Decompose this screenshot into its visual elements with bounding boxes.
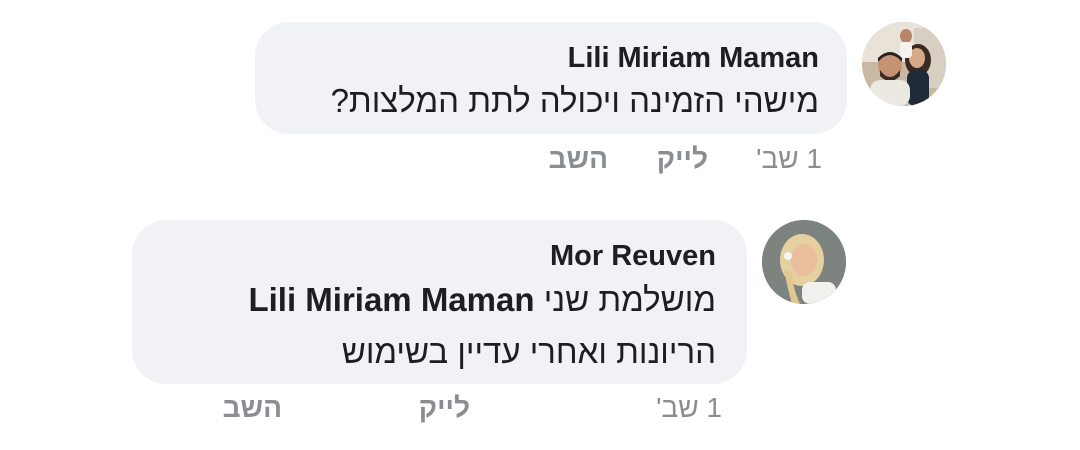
avatar[interactable]: [762, 220, 846, 304]
comment-author[interactable]: Lili Miriam Maman: [568, 42, 819, 75]
comment-text: מישהי הזמינה ויכולה לתת המלצות?: [330, 82, 819, 119]
mention-link[interactable]: Lili Miriam Maman: [248, 281, 534, 318]
profile-photo-woman: [762, 220, 846, 304]
comment-time[interactable]: 1 שב': [756, 143, 822, 175]
comment-text-line-2: הריונות ואחרי עדיין בשימוש: [341, 333, 716, 370]
comment-time[interactable]: 1 שב': [656, 392, 722, 424]
reply-button[interactable]: השב: [223, 392, 282, 424]
like-button[interactable]: לייק: [657, 143, 708, 175]
comment-bubble: Lili Miriam Maman מישהי הזמינה ויכולה לת…: [255, 22, 847, 134]
reply-button[interactable]: השב: [549, 143, 608, 175]
comment-author[interactable]: Mor Reuven: [550, 240, 716, 273]
like-button[interactable]: לייק: [419, 392, 470, 424]
avatar[interactable]: [862, 22, 946, 106]
comment-bubble: Mor Reuven מושלמת שני Lili Miriam Maman …: [132, 220, 747, 384]
profile-photo-couple: [862, 22, 946, 106]
comment-text-line-1: מושלמת שני Lili Miriam Maman: [248, 281, 716, 319]
comment-text-prefix: מושלמת שני: [543, 281, 716, 318]
